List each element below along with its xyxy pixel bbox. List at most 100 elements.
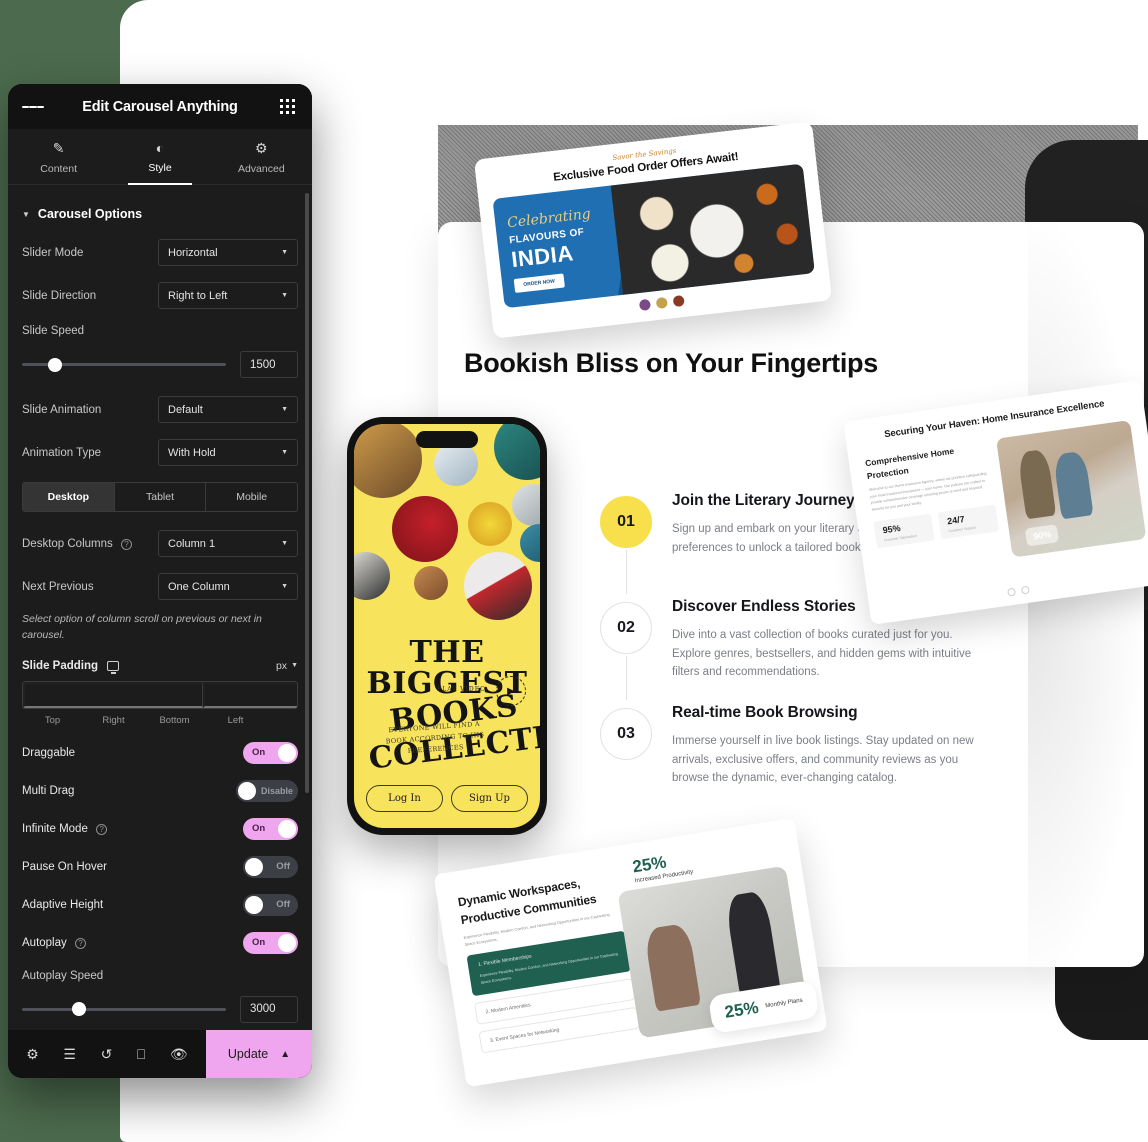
padding-right-input[interactable] <box>203 681 297 708</box>
responsive-icon[interactable]: ⎕ <box>137 1046 145 1063</box>
section-carousel-options[interactable]: ▼ Carousel Options <box>22 185 298 239</box>
workspace-stat-2-value: 25% <box>723 997 760 1022</box>
infinite-mode-toggle[interactable]: On <box>243 817 298 840</box>
infinite-mode-state: On <box>252 823 266 834</box>
padding-top-input[interactable] <box>23 681 203 708</box>
layers-icon[interactable]: ☰ <box>63 1046 76 1063</box>
autoplay-speed-input[interactable]: 3000 <box>240 995 298 1023</box>
slide-speed-slider[interactable] <box>22 357 226 372</box>
food-promo-card[interactable]: Savor the Savings Exclusive Food Order O… <box>473 121 833 339</box>
toggle-draggable: Draggable On <box>22 741 298 764</box>
phone-notch <box>416 431 478 448</box>
next-previous-select[interactable]: One Column ▼ <box>158 573 298 600</box>
book-thumb-3 <box>494 424 540 480</box>
slider-mode-label: Slider Mode <box>22 246 84 259</box>
signup-button[interactable]: Sign Up <box>451 785 528 812</box>
device-tab-desktop[interactable]: Desktop <box>23 483 115 511</box>
padding-label-bottom: Bottom <box>159 714 190 726</box>
draggable-toggle[interactable]: On <box>243 741 298 764</box>
next-previous-label: Next Previous <box>22 580 94 593</box>
slide-animation-select[interactable]: Default ▼ <box>158 396 298 423</box>
info-icon[interactable]: ? <box>74 937 86 949</box>
contrast-icon: ◐ <box>155 140 165 156</box>
padding-label-spacer <box>266 715 298 726</box>
play-icon[interactable]: ▶ <box>496 676 526 706</box>
slider-mode-select[interactable]: Horizontal ▼ <box>158 239 298 266</box>
insurance-body: Comprehensive Home Protection Welcome to… <box>864 420 1147 576</box>
device-tab-tablet[interactable]: Tablet <box>115 483 207 511</box>
slide-direction-label: Slide Direction <box>22 289 97 302</box>
panel-body: ▼ Carousel Options Slider Mode Horizonta… <box>8 185 312 1030</box>
autoplay-state: On <box>252 937 266 948</box>
slide-animation-label: Slide Animation <box>22 403 102 416</box>
insurance-family-photo: 90% <box>996 420 1147 558</box>
book-thumb-10 <box>464 552 532 620</box>
section-title-label: Carousel Options <box>37 207 143 221</box>
draggable-knob <box>278 743 296 762</box>
slide-speed-control: 1500 <box>22 351 298 378</box>
infinite-mode-knob <box>278 819 296 838</box>
tab-advanced[interactable]: ⚙ Advanced <box>211 129 312 184</box>
footer-icons: ⚙ ☰ ↺ ⎕ 👁 <box>8 1046 206 1063</box>
field-slide-animation: Slide Animation Default ▼ <box>22 396 298 423</box>
desktop-columns-label: Desktop Columns ? <box>22 538 132 550</box>
device-tab-mobile[interactable]: Mobile <box>206 483 297 511</box>
gear-icon[interactable]: ⚙ <box>26 1046 39 1063</box>
step-badge-03: 03 <box>600 708 652 760</box>
tab-advanced-label: Advanced <box>237 163 285 175</box>
desktop-columns-select[interactable]: Column 1 ▼ <box>158 530 298 557</box>
eye-icon[interactable]: 👁 <box>170 1046 188 1063</box>
insurance-dot-prev[interactable] <box>1007 587 1017 597</box>
book-thumb-6 <box>468 502 512 546</box>
next-previous-help-text: Select option of column scroll on previo… <box>22 613 262 641</box>
tab-content[interactable]: ✎ Content <box>8 129 109 184</box>
chevron-down-icon: ▼ <box>281 249 288 256</box>
adaptive-height-state: Off <box>276 899 290 910</box>
insurance-dot-next[interactable] <box>1020 585 1030 595</box>
phone-auth-buttons: Log In Sign Up <box>366 785 528 812</box>
panel-scrollbar[interactable] <box>305 193 309 793</box>
desktop-icon[interactable] <box>107 660 120 674</box>
autoplay-speed-slider[interactable] <box>22 1002 226 1016</box>
login-button[interactable]: Log In <box>366 785 443 812</box>
pause-on-hover-toggle[interactable]: Off <box>243 855 298 878</box>
slide-direction-value: Right to Left <box>168 289 228 302</box>
insurance-promo-card[interactable]: Securing Your Haven: Home Insurance Exce… <box>843 380 1148 625</box>
autoplay-speed-label: Autoplay Speed <box>22 969 104 982</box>
tab-style[interactable]: ◐ Style <box>109 129 210 185</box>
hamburger-icon[interactable] <box>22 103 44 111</box>
draggable-state: On <box>252 747 266 758</box>
animation-type-select[interactable]: With Hold ▼ <box>158 439 298 466</box>
info-icon[interactable]: ? <box>120 538 132 550</box>
pause-on-hover-knob <box>245 857 263 876</box>
chevron-up-icon[interactable]: ▲ <box>280 1049 290 1060</box>
chevron-down-icon: ▼ <box>281 406 288 413</box>
slide-speed-input[interactable]: 1500 <box>240 351 298 378</box>
slide-direction-select[interactable]: Right to Left ▼ <box>158 282 298 309</box>
order-now-button[interactable]: ORDER NOW <box>513 273 565 293</box>
grid-apps-icon[interactable] <box>276 99 298 114</box>
multi-drag-knob <box>238 781 256 800</box>
step-item-03: 03 Real-time Book Browsing Immerse yours… <box>600 704 974 796</box>
multi-drag-toggle[interactable]: Disable <box>236 779 298 802</box>
adaptive-height-toggle[interactable]: Off <box>243 893 298 916</box>
slide-animation-value: Default <box>168 403 203 416</box>
update-button[interactable]: Update ▲ <box>206 1030 312 1078</box>
slide-padding-unit[interactable]: px ▼ <box>276 660 298 672</box>
tab-content-label: Content <box>40 163 78 175</box>
toggle-multi-drag: Multi Drag Disable <box>22 779 298 802</box>
book-thumb-7 <box>520 524 540 562</box>
insurance-left-column: Comprehensive Home Protection Welcome to… <box>864 440 1003 576</box>
slide-padding-header: Slide Padding px ▼ <box>22 660 298 674</box>
history-icon[interactable]: ↺ <box>101 1046 113 1063</box>
adaptive-height-knob <box>245 895 263 914</box>
autoplay-toggle[interactable]: On <box>243 931 298 954</box>
info-icon[interactable]: ? <box>96 823 108 835</box>
padding-label-left: Left <box>227 714 244 726</box>
insurance-carousel-dots[interactable] <box>1007 585 1030 597</box>
autoplay-speed-knob[interactable] <box>72 1002 87 1016</box>
infinite-mode-label: Infinite Mode ? <box>22 823 108 835</box>
slide-speed-knob[interactable] <box>47 357 62 372</box>
desktop-columns-value: Column 1 <box>168 537 216 550</box>
animation-type-label: Animation Type <box>22 446 102 459</box>
